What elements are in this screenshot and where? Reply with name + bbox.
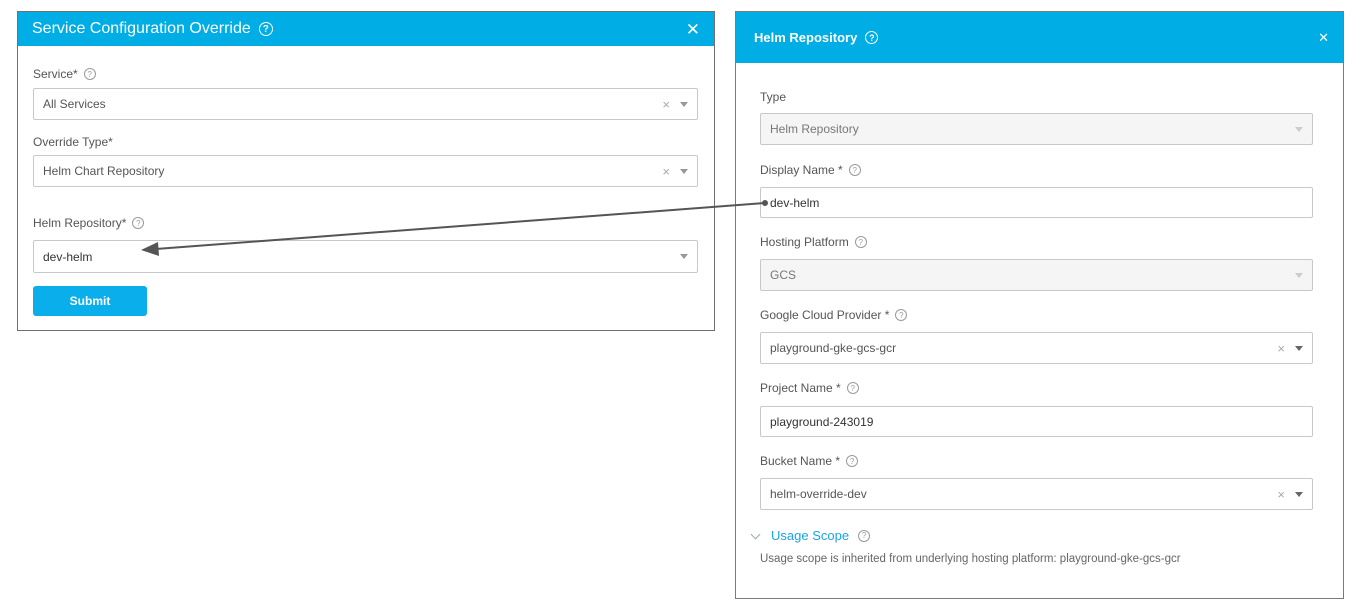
helm-repository-select-value: dev-helm bbox=[43, 249, 93, 264]
google-cloud-provider-label: Google Cloud Provider * ? bbox=[760, 308, 908, 322]
helm-repository-label: Helm Repository* ? bbox=[33, 216, 145, 230]
type-label: Type bbox=[760, 90, 786, 104]
display-name-label-text: Display Name * bbox=[760, 163, 843, 177]
usage-scope-note: Usage scope is inherited from underlying… bbox=[760, 553, 1181, 565]
helm-repository-label-text: Helm Repository* bbox=[33, 216, 127, 230]
chevron-down-icon[interactable] bbox=[1295, 491, 1303, 497]
service-configuration-override-dialog: Service Configuration Override ? ✕ Servi… bbox=[17, 11, 715, 331]
chevron-down-icon[interactable] bbox=[680, 254, 688, 259]
helm-repository-select[interactable]: dev-helm bbox=[33, 240, 698, 273]
override-type-label: Override Type* bbox=[33, 135, 113, 149]
help-icon[interactable]: ? bbox=[83, 68, 96, 80]
bucket-name-select-value: helm-override-dev bbox=[770, 487, 867, 501]
chevron-down-icon[interactable] bbox=[750, 529, 761, 539]
close-icon[interactable]: ✕ bbox=[1318, 31, 1329, 44]
chevron-down-icon[interactable] bbox=[680, 101, 688, 107]
bucket-name-label: Bucket Name * ? bbox=[760, 454, 859, 468]
google-cloud-provider-label-text: Google Cloud Provider * bbox=[760, 308, 890, 322]
submit-button[interactable]: Submit bbox=[33, 286, 147, 316]
clear-icon[interactable]: × bbox=[1277, 341, 1285, 356]
service-label-text: Service* bbox=[33, 67, 78, 81]
display-name-input[interactable]: dev-helm bbox=[760, 187, 1313, 218]
service-select[interactable]: All Services × bbox=[33, 88, 698, 120]
clear-icon[interactable]: × bbox=[662, 164, 670, 179]
clear-icon[interactable]: × bbox=[1277, 487, 1285, 502]
hosting-platform-label-text: Hosting Platform bbox=[760, 235, 849, 249]
help-icon[interactable]: ? bbox=[854, 236, 867, 248]
help-icon[interactable]: ? bbox=[858, 529, 871, 542]
override-type-select[interactable]: Helm Chart Repository × bbox=[33, 155, 698, 187]
hosting-platform-select-value: GCS bbox=[770, 268, 797, 282]
display-name-label: Display Name * ? bbox=[760, 163, 861, 177]
close-icon[interactable]: ✕ bbox=[686, 21, 700, 38]
help-icon[interactable]: ? bbox=[258, 22, 273, 36]
hosting-platform-select[interactable]: GCS bbox=[760, 259, 1313, 291]
usage-scope-toggle[interactable]: Usage Scope ? bbox=[750, 528, 871, 543]
help-icon[interactable]: ? bbox=[848, 164, 861, 176]
help-icon[interactable]: ? bbox=[865, 31, 879, 44]
chevron-down-icon bbox=[1295, 272, 1303, 278]
chevron-down-icon bbox=[1295, 126, 1303, 132]
service-select-value: All Services bbox=[43, 97, 106, 111]
help-icon[interactable]: ? bbox=[846, 455, 859, 467]
project-name-label-text: Project Name * bbox=[760, 381, 841, 395]
project-name-input[interactable]: playground-243019 bbox=[760, 406, 1313, 437]
project-name-label: Project Name * ? bbox=[760, 381, 859, 395]
chevron-down-icon[interactable] bbox=[680, 168, 688, 174]
dialog-header: Service Configuration Override ? ✕ bbox=[18, 12, 714, 46]
usage-scope-link[interactable]: Usage Scope bbox=[771, 528, 849, 543]
type-label-text: Type bbox=[760, 90, 787, 104]
project-name-input-value: playground-243019 bbox=[770, 414, 874, 429]
help-icon[interactable]: ? bbox=[846, 382, 859, 394]
bucket-name-label-text: Bucket Name * bbox=[760, 454, 841, 468]
override-type-label-text: Override Type* bbox=[33, 135, 113, 149]
google-cloud-provider-select-value: playground-gke-gcs-gcr bbox=[770, 341, 897, 355]
hosting-platform-label: Hosting Platform ? bbox=[760, 235, 867, 249]
help-icon[interactable]: ? bbox=[132, 217, 145, 229]
bucket-name-select[interactable]: helm-override-dev × bbox=[760, 478, 1313, 510]
google-cloud-provider-select[interactable]: playground-gke-gcs-gcr × bbox=[760, 332, 1313, 364]
dialog-title: Service Configuration Override bbox=[32, 20, 251, 37]
type-select[interactable]: Helm Repository bbox=[760, 113, 1313, 145]
override-type-select-value: Helm Chart Repository bbox=[43, 164, 165, 178]
dialog-title: Helm Repository bbox=[754, 30, 858, 45]
service-label: Service* ? bbox=[33, 67, 96, 81]
type-select-value: Helm Repository bbox=[770, 122, 859, 136]
clear-icon[interactable]: × bbox=[662, 97, 670, 112]
display-name-input-value: dev-helm bbox=[770, 195, 820, 210]
helm-repository-dialog: Helm Repository ? ✕ Type Helm Repository… bbox=[735, 11, 1344, 599]
chevron-down-icon[interactable] bbox=[1295, 345, 1303, 351]
help-icon[interactable]: ? bbox=[895, 309, 908, 321]
dialog-header: Helm Repository ? ✕ bbox=[736, 12, 1343, 63]
